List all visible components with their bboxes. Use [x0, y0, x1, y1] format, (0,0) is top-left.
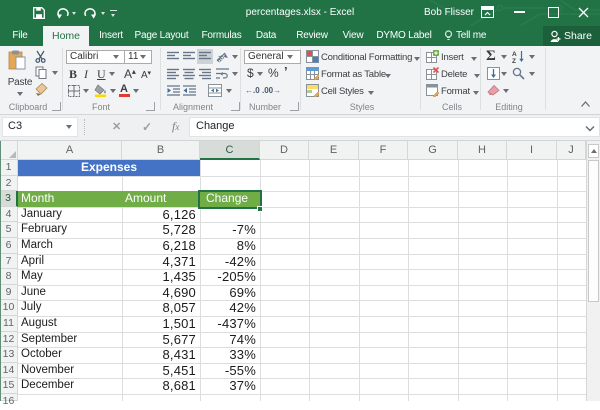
svg-text:A: A [512, 51, 517, 58]
svg-text:Z: Z [512, 58, 516, 63]
